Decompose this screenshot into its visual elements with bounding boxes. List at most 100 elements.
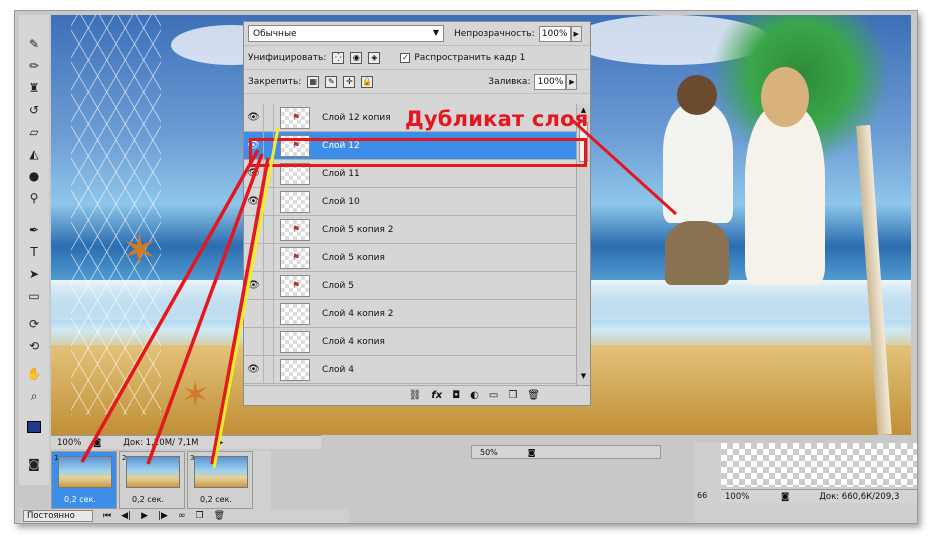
hand-icon[interactable]: ✋ xyxy=(24,365,44,383)
layer-link-cell[interactable] xyxy=(264,243,274,272)
eye-icon[interactable]: 👁 xyxy=(244,104,264,132)
status-info-icon[interactable]: ◙ xyxy=(93,438,101,448)
propagate-label: Распространить кадр 1 xyxy=(414,52,526,63)
zoom-icon[interactable]: ⌕ xyxy=(24,387,44,405)
blend-mode-select[interactable]: Обычные ▼ xyxy=(248,25,444,42)
animation-frame[interactable]: 1 0,2 сек. xyxy=(51,451,117,509)
zoom-level[interactable]: 100% xyxy=(51,438,93,448)
eye-toggle-empty[interactable] xyxy=(244,215,264,244)
status-menu-arrow-icon[interactable]: ▶ xyxy=(216,438,223,448)
layer-row[interactable]: 👁 Слой 10 xyxy=(244,187,576,216)
fill-slider-arrow-icon[interactable]: ▶ xyxy=(566,73,578,90)
layer-row[interactable]: Слой 4 копия xyxy=(244,327,576,356)
pen-icon[interactable]: ✒ xyxy=(24,221,44,239)
lock-pixels-icon[interactable]: ✎ xyxy=(325,75,338,88)
propagate-checkbox[interactable]: ✓ xyxy=(400,52,411,63)
secondary-zoom-level[interactable]: 100% xyxy=(721,492,781,502)
scroll-down-icon[interactable]: ▼ xyxy=(577,372,590,384)
lock-row: Закрепить: ▦ ✎ ✛ 🔒 Заливка: 100% ▶ xyxy=(244,70,590,94)
layer-thumbnail xyxy=(280,302,310,325)
animation-frame[interactable]: 3 0,2 сек. xyxy=(187,451,253,509)
eye-toggle-empty[interactable] xyxy=(244,299,264,328)
eye-toggle-empty[interactable] xyxy=(244,243,264,272)
lock-label: Закрепить: xyxy=(248,76,302,87)
unify-visibility-icon[interactable]: ◉ xyxy=(350,51,363,64)
fill-input[interactable]: 100% xyxy=(534,73,567,90)
layer-link-cell[interactable] xyxy=(264,187,274,216)
layer-link-cell[interactable] xyxy=(264,299,274,328)
opacity-input[interactable]: 100% xyxy=(538,25,571,42)
layer-row[interactable]: 👁 ⚑ Слой 5 xyxy=(244,271,576,300)
layer-link-cell[interactable] xyxy=(264,327,274,356)
eraser-icon[interactable]: ▱ xyxy=(24,123,44,141)
prev-frame-icon[interactable]: ◀| xyxy=(121,511,131,521)
opacity-label: Непрозрачность: xyxy=(454,28,535,39)
frame-delay[interactable]: 0,2 сек. xyxy=(200,495,232,504)
layer-thumbnail xyxy=(280,190,310,213)
brush-icon[interactable]: ✎ xyxy=(24,35,44,53)
animation-controls: Постоянно ⏮ ◀| ▶ |▶ ∞ ❐ 🗑 xyxy=(19,509,349,523)
secondary-zoom[interactable]: 50% xyxy=(480,448,498,457)
transparent-canvas[interactable] xyxy=(721,443,917,487)
eye-icon[interactable]: 👁 xyxy=(244,187,264,216)
duplicate-frame-icon[interactable]: ❐ xyxy=(195,511,203,521)
trash-icon[interactable]: 🗑 xyxy=(527,390,540,401)
clone-stamp-icon[interactable]: ♜ xyxy=(24,79,44,97)
history-brush-icon[interactable]: ↺ xyxy=(24,101,44,119)
loop-select[interactable]: Постоянно xyxy=(23,510,93,522)
layer-link-cell[interactable] xyxy=(264,271,274,300)
3d-rotate-icon[interactable]: ⟳ xyxy=(24,315,44,333)
tween-icon[interactable]: ∞ xyxy=(178,511,186,521)
highlight-box xyxy=(249,138,587,167)
layer-name: Слой 10 xyxy=(322,196,360,207)
boy-shirt xyxy=(663,103,733,223)
quick-mask-icon[interactable]: ◙ xyxy=(24,455,44,473)
layer-link-cell[interactable] xyxy=(264,215,274,244)
play-icon[interactable]: ▶ xyxy=(141,511,148,521)
delete-frame-icon[interactable]: 🗑 xyxy=(214,511,225,521)
new-layer-icon[interactable]: ❐ xyxy=(508,390,517,401)
rectangle-icon[interactable]: ▭ xyxy=(24,287,44,305)
dodge-icon[interactable]: ⚲ xyxy=(24,189,44,207)
layer-row[interactable]: Слой 4 копия 2 xyxy=(244,299,576,328)
layer-link-cell[interactable] xyxy=(264,355,274,384)
eye-icon[interactable]: 👁 xyxy=(244,271,264,300)
opacity-slider-arrow-icon[interactable]: ▶ xyxy=(570,25,582,42)
status-info-icon[interactable]: ◙ xyxy=(528,448,536,457)
3d-orbit-icon[interactable]: ⟲ xyxy=(24,337,44,355)
eye-toggle-empty[interactable] xyxy=(244,327,264,356)
eye-icon[interactable]: 👁 xyxy=(244,355,264,384)
paint-bucket-icon[interactable]: ◭ xyxy=(24,145,44,163)
mask-icon[interactable]: ◘ xyxy=(452,390,460,401)
animation-timeline: 1 0,2 сек. 2 0,2 сек. 3 0,2 сек. xyxy=(51,451,271,509)
link-icon[interactable]: ⛓ xyxy=(409,390,422,401)
layer-row[interactable]: 👁 Слой 4 xyxy=(244,355,576,384)
unify-style-icon[interactable]: ◈ xyxy=(368,51,381,64)
secondary-doc-statusbar: 50% ◙ xyxy=(471,445,661,459)
blur-icon[interactable]: ● xyxy=(24,167,44,185)
next-frame-icon[interactable]: |▶ xyxy=(158,511,168,521)
lock-transparency-icon[interactable]: ▦ xyxy=(307,75,320,88)
chevron-down-icon: ▼ xyxy=(432,28,439,37)
path-select-icon[interactable]: ➤ xyxy=(24,265,44,283)
frame-delay[interactable]: 0,2 сек. xyxy=(132,495,164,504)
fx-icon[interactable]: fx xyxy=(431,390,442,401)
status-info-icon[interactable]: ◙ xyxy=(781,492,789,502)
lock-position-icon[interactable]: ✛ xyxy=(343,75,356,88)
frame-delay[interactable]: 0,2 сек. xyxy=(64,495,96,504)
pencil-icon[interactable]: ✏ xyxy=(24,57,44,75)
lock-all-icon[interactable]: 🔒 xyxy=(361,75,374,88)
type-icon[interactable]: T xyxy=(24,243,44,261)
layer-row[interactable]: ⚑ Слой 5 копия xyxy=(244,243,576,272)
ruler-number: 66 xyxy=(697,491,708,500)
foreground-color-swatch[interactable] xyxy=(27,421,41,433)
layer-thumbnail: ⚑ xyxy=(280,274,310,297)
layer-link-cell[interactable] xyxy=(264,104,274,132)
unify-position-icon[interactable]: ⁛ xyxy=(332,51,345,64)
adjustment-icon[interactable]: ◐ xyxy=(470,390,479,401)
first-frame-icon[interactable]: ⏮ xyxy=(103,511,111,521)
folder-icon[interactable]: ▭ xyxy=(489,390,498,401)
layer-row[interactable]: ⚑ Слой 5 копия 2 xyxy=(244,215,576,244)
animation-frame[interactable]: 2 0,2 сек. xyxy=(119,451,185,509)
child-thumbnail-icon: ⚑ xyxy=(292,224,301,235)
